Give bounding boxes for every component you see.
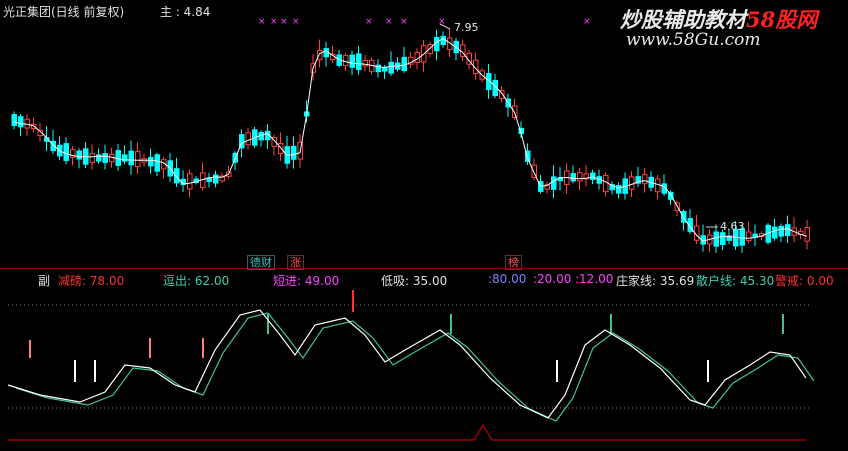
candle-body [720,232,726,246]
candle-body [570,173,576,182]
candle-body [603,174,609,193]
event-tag-1[interactable]: 德财 [247,255,275,270]
signal-cross: × [400,17,408,27]
candle-body [148,156,154,167]
stock-chart-window: × × × × × × × × × 光正集团(日线 前复权) 主 : 4.84 7.95 4.6… [0,0,848,451]
candle-body [388,61,394,74]
candle-body [590,172,596,180]
watermark-url: www.58Gu.com [626,30,761,50]
low-price-label: 4.63 [720,220,745,233]
candle-body [713,231,719,247]
high-price-label: 7.95 [454,21,479,34]
candle-body [291,145,297,160]
indicator-item-low-buy: 低吸: 35.00 [381,274,448,288]
candle-body [245,132,251,146]
candle-body [24,118,30,129]
event-tag-2[interactable]: 涨 [287,255,304,270]
indicator-item-dealer-line: 庄家线: 35.69 [616,274,695,288]
indicator-item-level-80: :80.00 [488,272,527,286]
dealer-line [7,309,807,419]
signal-cross: × [438,17,446,27]
main-indicator-label: 主 : 4.84 [160,5,211,19]
candle-body [63,143,69,161]
indicator-item-reduce: 减磅: 78.00 [58,274,125,288]
candle-body [102,153,108,163]
indicator-item-level-20: :20.00 [533,272,572,286]
candle-body [512,105,518,118]
stock-title: 光正集团(日线 前复权) [3,5,125,19]
candle-body [772,226,778,239]
candle-body [135,151,141,168]
candle-body [213,174,219,184]
signal-cross: × [385,17,393,27]
alert-baseline [8,423,806,441]
candle-body [154,154,160,172]
retail-line [15,312,815,422]
candle-body [76,150,82,160]
candle-body [317,49,323,61]
candle-body [356,53,362,71]
candle-body [401,56,407,72]
signal-cross: × [365,17,373,27]
signal-cross: × [258,17,266,27]
candlestick-series [11,28,810,253]
candle-body [349,54,355,68]
candle-body [440,36,446,45]
signal-cross: × [270,17,278,27]
candle-body [778,225,784,237]
moving-average-line [13,38,808,242]
indicator-item-level-12: :12.00 [575,272,614,286]
signal-cross: × [583,17,591,27]
candle-body [187,173,193,190]
event-tag-3[interactable]: 榜 [505,255,522,270]
candle-body [629,176,635,190]
candle-body [343,55,349,67]
candle-body [746,231,752,242]
candle-body [551,176,557,190]
candle-body [642,174,648,185]
candle-body [577,172,583,182]
candle-body [616,184,622,194]
candle-body [382,67,388,72]
indicator-item-retail-line: 散户线: 45.30 [696,274,775,288]
candle-body [804,227,810,242]
candle-body [362,59,368,67]
indicator-item-alert: 警戒: 0.00 [775,274,834,288]
candle-body [18,116,24,128]
signal-cross: × [280,17,288,27]
candle-body [11,114,17,126]
candle-body [128,150,134,166]
candle-body [89,153,95,163]
signal-cross: × [292,17,300,27]
indicator-item-exit: 逗出: 62.00 [163,274,230,288]
indicator-item-short-entry: 短进: 49.00 [273,274,340,288]
candle-body [323,48,329,58]
sub-panel-prefix: 副 [38,274,51,288]
